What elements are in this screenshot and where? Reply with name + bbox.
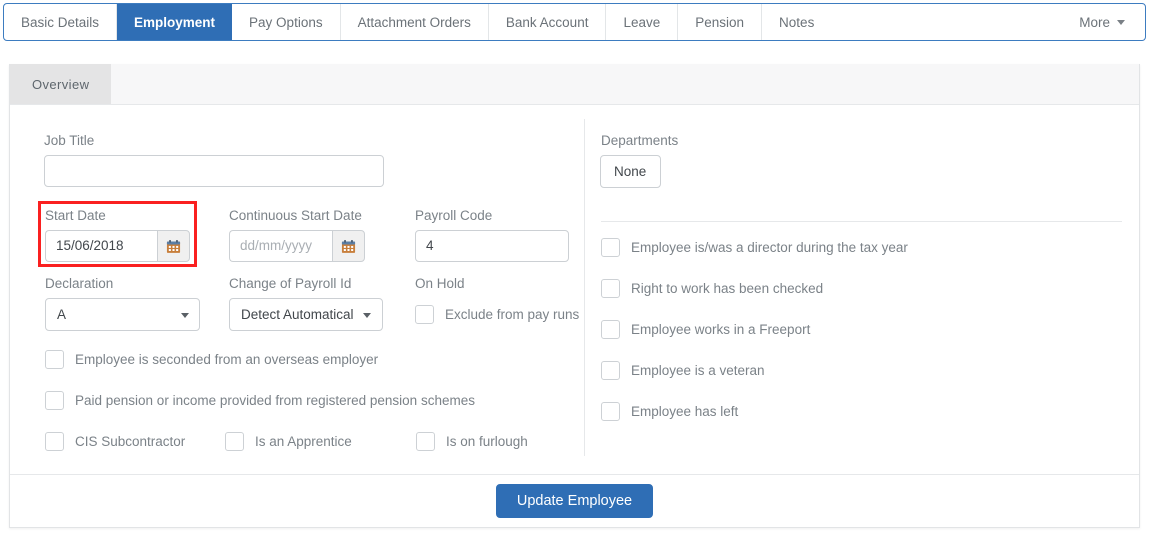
form-left-column: Job Title Start Date 15/06/2018 Continuo… [10,105,584,455]
tab-more-label: More [1079,14,1110,30]
departments-label: Departments [601,133,679,148]
update-employee-button[interactable]: Update Employee [495,483,654,519]
cis-subcontractor-row: CIS Subcontractor [45,432,185,451]
tab-label: Bank Account [505,14,589,30]
job-title-field-group: Job Title [44,133,384,187]
start-date-control: 15/06/2018 [45,230,190,262]
tab-label: Leave [623,14,661,30]
job-title-input[interactable] [44,155,384,187]
employee-is-veteran-checkbox[interactable] [601,361,620,380]
departments-selector[interactable]: None [600,155,661,188]
job-title-label: Job Title [44,133,95,148]
director-during-tax-year-checkbox[interactable] [601,238,620,257]
employee-is-veteran-row: Employee is a veteran [601,361,765,380]
chevron-down-icon [1117,19,1125,25]
is-on-furlough-checkbox[interactable] [416,432,435,451]
tab-attachment-orders[interactable]: Attachment Orders [341,4,489,40]
right-to-work-checked-checkbox[interactable] [601,279,620,298]
subtab-overview[interactable]: Overview [10,64,112,104]
is-on-furlough-label: Is on furlough [446,434,528,449]
continuous-start-date-input[interactable]: dd/mm/yyyy [229,230,332,262]
works-in-freeport-label: Employee works in a Freeport [631,322,811,337]
director-during-tax-year-row: Employee is/was a director during the ta… [601,238,908,257]
works-in-freeport-checkbox[interactable] [601,320,620,339]
payroll-code-input[interactable]: 4 [415,230,569,262]
change-of-payroll-id-select[interactable]: Detect Automatical [229,298,384,331]
calendar-icon [341,239,356,253]
employee-has-left-label: Employee has left [631,404,739,419]
is-an-apprentice-checkbox[interactable] [225,432,244,451]
is-an-apprentice-row: Is an Apprentice [225,432,352,451]
payroll-code-label: Payroll Code [415,208,493,223]
employee-has-left-row: Employee has left [601,402,738,421]
tab-label: Notes [779,14,815,30]
secondary-tab-bar: Overview [10,64,1139,105]
subtab-label: Overview [32,76,90,92]
declaration-label: Declaration [45,276,114,291]
paid-pension-label: Paid pension or income provided from reg… [75,393,475,408]
change-of-payroll-id-field-group: Change of Payroll Id Detect Automatical [229,276,384,331]
tab-notes[interactable]: Notes [762,4,831,40]
continuous-start-date-control: dd/mm/yyyy [229,230,365,262]
tab-pension[interactable]: Pension [678,4,763,40]
exclude-from-pay-runs-row: Exclude from pay runs [415,298,579,331]
tab-label: Pay Options [249,14,323,30]
payroll-code-field-group: Payroll Code 4 [415,208,569,262]
change-of-payroll-id-label: Change of Payroll Id [229,276,352,291]
tab-employment[interactable]: Employment [117,4,233,40]
tab-basic-details[interactable]: Basic Details [4,4,118,40]
tab-bar-spacer [831,4,1065,40]
is-on-furlough-row: Is on furlough [416,432,528,451]
form-right-column: Departments None Employee is/was a direc… [585,105,1139,455]
start-date-label: Start Date [45,208,106,223]
seconded-overseas-checkbox[interactable] [45,350,64,369]
continuous-start-date-label: Continuous Start Date [229,208,362,223]
works-in-freeport-row: Employee works in a Freeport [601,320,810,339]
employee-has-left-checkbox[interactable] [601,402,620,421]
cis-subcontractor-label: CIS Subcontractor [75,434,186,449]
declaration-value: A [57,307,67,322]
tab-label: Basic Details [21,14,100,30]
start-date-calendar-button[interactable] [157,230,190,262]
seconded-overseas-label: Employee is seconded from an overseas em… [75,352,379,367]
cis-subcontractor-checkbox[interactable] [45,432,64,451]
on-hold-field-group: On Hold Exclude from pay runs [415,276,579,331]
primary-tab-bar: Basic Details Employment Pay Options Att… [3,3,1146,41]
employment-form: Job Title Start Date 15/06/2018 Continuo… [10,105,1139,475]
director-during-tax-year-label: Employee is/was a director during the ta… [631,240,908,255]
continuous-start-date-calendar-button[interactable] [332,230,365,262]
continuous-start-date-field-group: Continuous Start Date dd/mm/yyyy [229,208,365,262]
change-of-payroll-id-value: Detect Automatical [241,307,354,322]
form-footer: Update Employee [10,474,1139,527]
on-hold-label: On Hold [415,276,465,291]
paid-pension-row: Paid pension or income provided from reg… [45,391,475,410]
tab-label: Pension [695,14,745,30]
declaration-select[interactable]: A [45,298,200,331]
exclude-from-pay-runs-label: Exclude from pay runs [445,307,580,322]
paid-pension-checkbox[interactable] [45,391,64,410]
tab-leave[interactable]: Leave [606,4,679,40]
chevron-down-icon [363,312,372,318]
is-an-apprentice-label: Is an Apprentice [255,434,352,449]
exclude-from-pay-runs-checkbox[interactable] [415,305,434,324]
tab-label: Attachment Orders [357,14,471,30]
tab-more-dropdown[interactable]: More [1065,4,1145,40]
tab-label: Employment [134,14,216,30]
tab-bank-account[interactable]: Bank Account [489,4,607,40]
employment-panel: Overview Job Title Start Date 15/06/2018 [9,64,1140,528]
section-divider [601,221,1122,222]
chevron-down-icon [181,313,189,318]
right-to-work-checked-label: Right to work has been checked [631,281,824,296]
declaration-field-group: Declaration A [45,276,200,331]
start-date-field-group: Start Date 15/06/2018 [45,208,190,262]
employee-is-veteran-label: Employee is a veteran [631,363,765,378]
calendar-icon [166,239,181,253]
start-date-input[interactable]: 15/06/2018 [45,230,157,262]
seconded-overseas-row: Employee is seconded from an overseas em… [45,350,378,369]
right-to-work-checked-row: Right to work has been checked [601,279,823,298]
tab-pay-options[interactable]: Pay Options [232,4,341,40]
